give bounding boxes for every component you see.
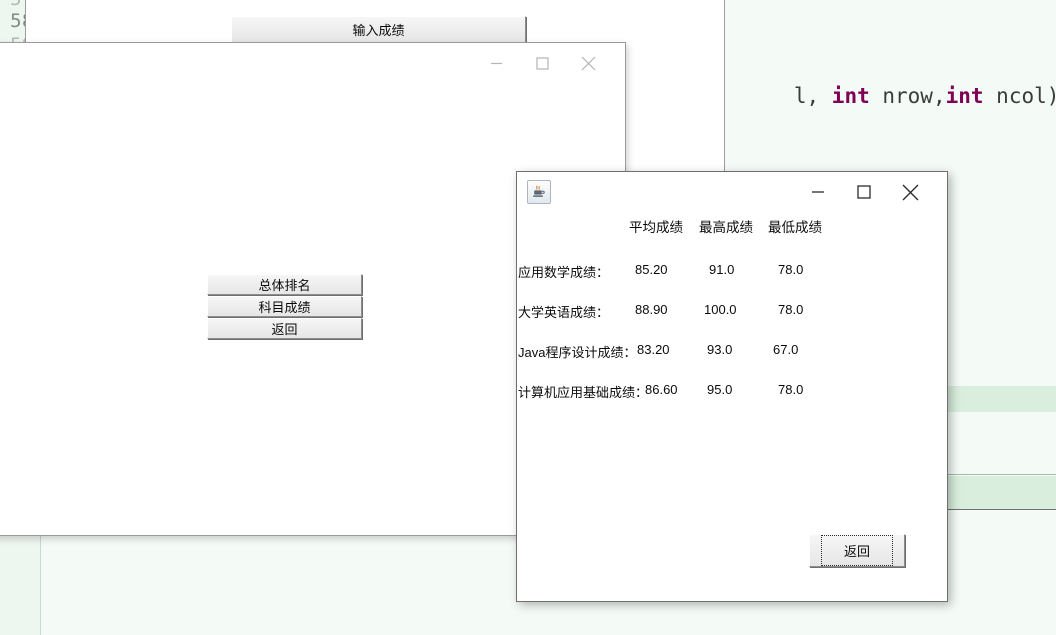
menu-back-label: 返回	[271, 322, 298, 337]
code-token: l,	[793, 84, 832, 108]
column-header-lowest: 最低成绩	[768, 220, 822, 235]
code-line-58[interactable]: l, int nrow,int ncol){	[718, 60, 1056, 132]
row-average: 88.90	[635, 302, 668, 317]
row-label: 计算机应用基础成绩：	[518, 385, 649, 400]
dialog-back-button-label: 返回	[820, 535, 893, 566]
code-token: nrow,	[869, 84, 946, 108]
row-lowest: 67.0	[773, 342, 799, 357]
row-highest: 95.0	[707, 382, 733, 397]
row-label: 应用数学成绩：	[518, 265, 610, 280]
close-icon[interactable]	[565, 44, 611, 82]
minimize-icon[interactable]	[795, 173, 841, 211]
row-average: 86.60	[645, 382, 678, 397]
minimize-icon[interactable]	[473, 44, 519, 82]
dialog-back-button[interactable]: 返回	[809, 534, 905, 567]
row-highest: 93.0	[707, 342, 733, 357]
row-average: 85.20	[635, 262, 668, 277]
input-grades-button[interactable]: 输入成绩	[231, 16, 526, 43]
overall-ranking-button[interactable]: 总体排名	[207, 274, 362, 295]
overall-ranking-label: 总体排名	[258, 278, 311, 293]
column-header-average: 平均成绩	[629, 220, 683, 235]
close-icon[interactable]	[887, 173, 933, 211]
screen: 57 58 59 l, int nrow,int ncol){ 输入成绩 总	[0, 0, 1056, 635]
row-label: Java程序设计成绩：	[518, 345, 637, 360]
subject-grades-button[interactable]: 科目成绩	[207, 296, 362, 317]
code-token: ncol){	[996, 84, 1056, 108]
row-lowest: 78.0	[778, 302, 804, 317]
menu-window-titlebar[interactable]	[0, 43, 625, 83]
maximize-icon[interactable]	[841, 173, 887, 211]
column-header-highest: 最高成绩	[699, 220, 753, 235]
menu-back-button[interactable]: 返回	[207, 318, 362, 339]
subject-grades-label: 科目成绩	[258, 300, 311, 315]
row-highest: 91.0	[709, 262, 735, 277]
row-label: 大学英语成绩：	[518, 305, 610, 320]
row-average: 83.20	[637, 342, 670, 357]
row-lowest: 78.0	[778, 262, 804, 277]
code-keyword-token: int	[831, 84, 870, 108]
java-cup-icon	[527, 180, 551, 204]
row-highest: 100.0	[704, 302, 737, 317]
subject-statistics-dialog[interactable]: 平均成绩 最高成绩 最低成绩 应用数学成绩： 85.20 91.0 78.0 大…	[516, 171, 948, 602]
maximize-icon[interactable]	[519, 44, 565, 82]
code-keyword-token: int	[945, 84, 984, 108]
row-lowest: 78.0	[778, 382, 804, 397]
input-grades-button-label: 输入成绩	[352, 23, 405, 38]
dialog-titlebar[interactable]	[517, 172, 947, 212]
